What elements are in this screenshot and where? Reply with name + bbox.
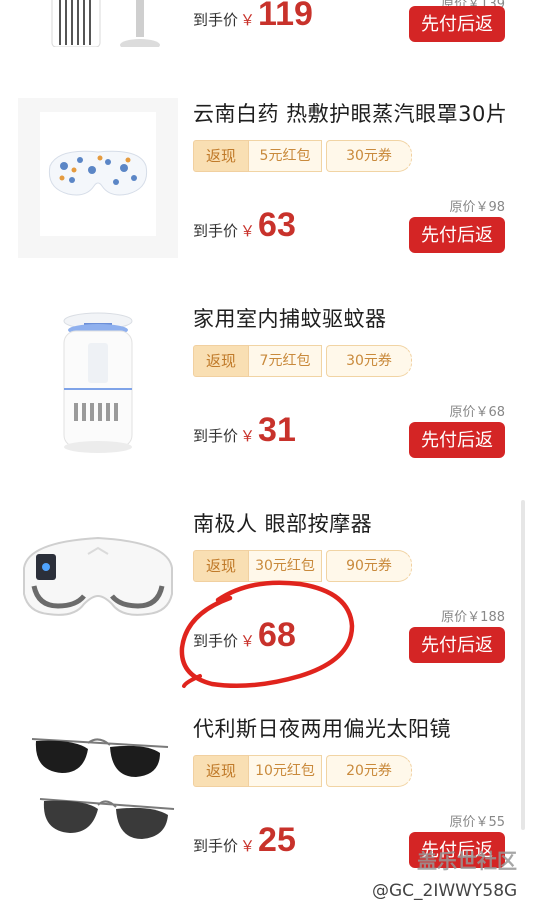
price-row: 到手价 ￥63 [193,206,296,250]
price-row: 到手价 ￥68 [193,616,296,660]
final-price: 68 [258,616,296,654]
product-title[interactable]: 南极人 眼部按摩器 [193,508,372,538]
promo-tags: 返现 10元红包 20元券 [193,755,412,787]
buy-button[interactable]: 先付后返 [409,6,505,42]
steam-eye-mask-image[interactable] [18,98,178,258]
currency-symbol: ￥ [240,837,256,855]
community-watermark: 盖乐世社区 [417,849,517,873]
red-packet-tag: 5元红包 [249,140,322,172]
red-packet-tag: 7元红包 [249,345,322,377]
scrollbar[interactable] [521,500,525,830]
final-price: 119 [258,0,313,33]
product-title[interactable]: 云南白药 热敷护眼蒸汽眼罩30片 [193,98,507,128]
price-row: 到手价 ￥119 [193,0,313,39]
product-card-tower-fan[interactable]: 原价￥139 到手价￥119 先付后返 [0,0,539,92]
promo-tags: 返现 7元红包 30元券 [193,345,412,377]
final-price: 31 [258,411,296,449]
promo-tags: 返现 30元红包 90元券 [193,550,412,582]
currency-symbol: ￥ [240,222,256,240]
currency-symbol: ￥ [240,632,256,650]
cashback-tag: 返现 [193,755,249,787]
price-label: 到手价 [193,11,239,29]
product-card-eye-massager[interactable]: 南极人 眼部按摩器 返现 30元红包 90元券 原价￥188 到手价 ￥68 先付… [0,508,539,713]
product-title[interactable]: 代利斯日夜两用偏光太阳镜 [193,713,451,743]
currency-symbol: ￥ [240,11,256,29]
original-price: 原价￥188 [441,610,505,625]
buy-button[interactable]: 先付后返 [409,422,505,458]
coupon-tag[interactable]: 90元券 [326,550,412,582]
coupon-tag[interactable]: 30元券 [326,140,412,172]
price-label: 到手价 [193,222,239,240]
price-row: 到手价 ￥25 [193,821,296,865]
price-row: 到手价 ￥31 [193,411,296,455]
currency-symbol: ￥ [240,427,256,445]
red-packet-tag: 10元红包 [249,755,322,787]
price-label: 到手价 [193,632,239,650]
eye-massager-image[interactable] [18,508,178,668]
user-watermark: @GC_2IWWY58G [372,881,518,901]
buy-button[interactable]: 先付后返 [409,217,505,253]
promo-tags: 返现 5元红包 30元券 [193,140,412,172]
original-price: 原价￥98 [449,200,505,215]
product-title[interactable]: 家用室内捕蚊驱蚊器 [193,303,387,333]
price-label: 到手价 [193,837,239,855]
tower-fan-image[interactable] [18,0,178,47]
cashback-tag: 返现 [193,345,249,377]
price-label: 到手价 [193,427,239,445]
product-card-mosquito-trap[interactable]: 家用室内捕蚊驱蚊器 返现 7元红包 30元券 原价￥68 到手价 ￥31 先付后返 [0,303,539,508]
buy-button[interactable]: 先付后返 [409,627,505,663]
final-price: 25 [258,821,296,859]
cashback-tag: 返现 [193,140,249,172]
original-price: 原价￥55 [449,815,505,830]
final-price: 63 [258,206,296,244]
coupon-tag[interactable]: 20元券 [326,755,412,787]
cashback-tag: 返现 [193,550,249,582]
sunglasses-image[interactable] [18,713,178,873]
coupon-tag[interactable]: 30元券 [326,345,412,377]
original-price: 原价￥68 [449,405,505,420]
mosquito-trap-image[interactable] [18,303,178,463]
product-card-eye-mask[interactable]: 云南白药 热敷护眼蒸汽眼罩30片 返现 5元红包 30元券 原价￥98 到手价 ￥… [0,98,539,303]
red-packet-tag: 30元红包 [249,550,322,582]
